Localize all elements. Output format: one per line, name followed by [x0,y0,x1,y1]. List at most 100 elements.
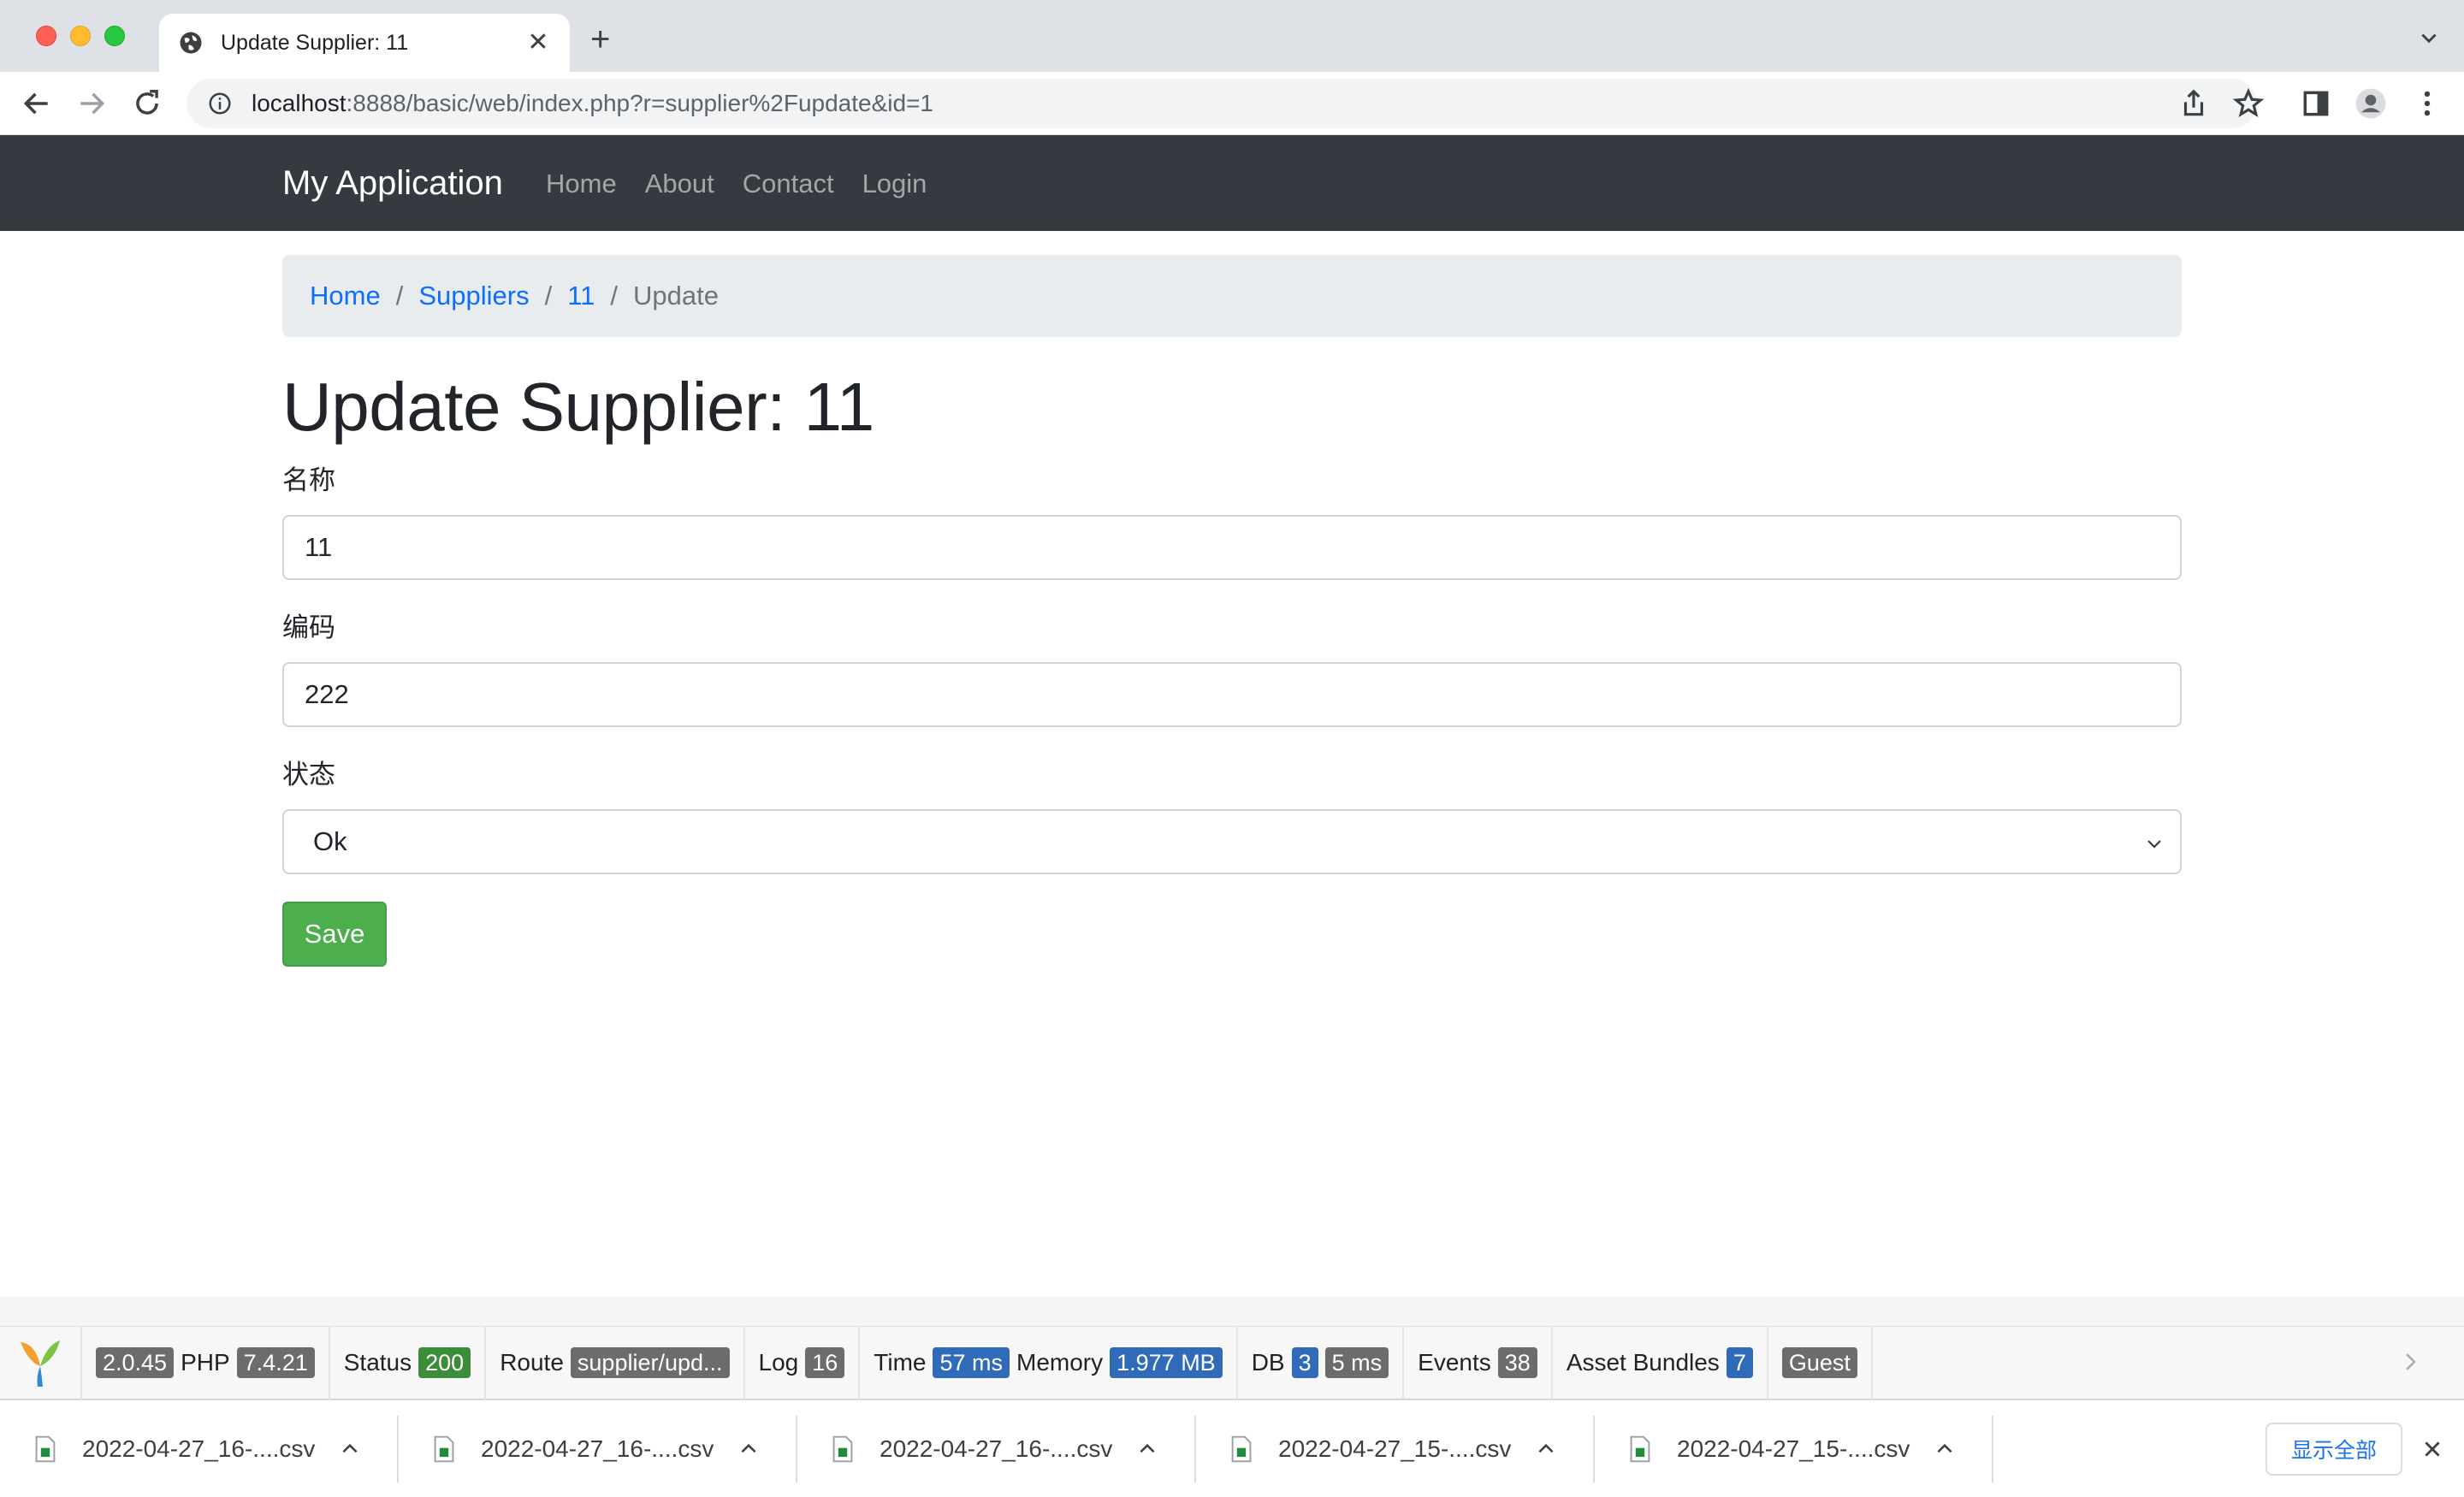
breadcrumb-suppliers[interactable]: Suppliers [418,281,529,311]
status-text: Status [343,1349,412,1376]
debug-toolbar: 2.0.45 PHP 7.4.21 Status 200 Route suppl… [0,1326,2464,1399]
zoom-window-button[interactable] [104,26,125,46]
route-text: Route [500,1349,564,1376]
reload-icon[interactable] [131,87,163,120]
status-select[interactable]: Ok [282,809,2182,874]
debug-toolbar-spacer [0,1297,2464,1326]
route-badge: supplier/upd... [570,1347,730,1378]
minimize-window-button[interactable] [70,26,91,46]
events-count-badge: 38 [1497,1347,1537,1378]
download-item[interactable]: 2022-04-27_16-....csv [0,1416,399,1482]
status-code-badge: 200 [418,1347,471,1378]
time-text: Time [874,1349,927,1376]
back-arrow-icon[interactable] [21,87,53,120]
breadcrumb-current: Update [633,281,719,311]
yii-version-badge: 2.0.45 [96,1347,175,1378]
download-filename: 2022-04-27_16-....csv [82,1435,316,1462]
chevron-up-icon[interactable] [1934,1438,1956,1460]
close-window-button[interactable] [36,26,56,46]
downloads-bar: 2022-04-27_16-....csv 2022-04-27_16-....… [0,1399,2464,1497]
breadcrumb-separator: / [610,281,619,311]
php-label: PHP [181,1349,230,1376]
download-item[interactable]: 2022-04-27_16-....csv [399,1416,797,1482]
show-all-downloads-button[interactable]: 显示全部 [2266,1423,2402,1476]
db-time-badge: 5 ms [1324,1347,1389,1378]
forward-arrow-icon[interactable] [75,87,108,120]
debug-assets-block[interactable]: Asset Bundles 7 [1553,1326,1768,1399]
debug-events-block[interactable]: Events 38 [1404,1326,1553,1399]
share-icon[interactable] [2177,87,2210,120]
code-label: 编码 [282,612,335,642]
download-filename: 2022-04-27_16-....csv [481,1435,714,1462]
new-tab-button[interactable]: + [590,22,610,56]
db-queries-badge: 3 [1291,1347,1318,1378]
navbar-links: Home About Contact Login [546,168,927,200]
yii-logo[interactable] [0,1326,82,1399]
db-text: DB [1251,1349,1285,1376]
debug-user-block[interactable]: Guest [1768,1326,1873,1399]
yii-logo-icon [21,1340,60,1387]
status-label: 状态 [282,760,335,790]
debug-version-block[interactable]: 2.0.45 PHP 7.4.21 [82,1326,330,1399]
debug-log-block[interactable]: Log 16 [745,1326,861,1399]
csv-file-icon [832,1435,853,1463]
debug-time-block[interactable]: Time 57 ms Memory 1.977 MB [860,1326,1238,1399]
debug-db-block[interactable]: DB 3 5 ms [1238,1326,1405,1399]
code-input[interactable] [282,662,2182,727]
name-label: 名称 [282,465,335,495]
address-bar[interactable]: localhost:8888/basic/web/index.php?r=sup… [187,79,2257,128]
browser-tab-strip: Update Supplier: 11 ✕ + [0,0,2464,72]
site-info-icon[interactable] [207,91,233,116]
nav-link-login[interactable]: Login [862,168,927,200]
download-filename: 2022-04-27_16-....csv [880,1435,1113,1462]
close-icon[interactable] [2421,1438,2443,1460]
assets-text: Asset Bundles [1566,1349,1720,1376]
name-input[interactable] [282,515,2182,580]
memory-badge: 1.977 MB [1110,1347,1223,1378]
browser-toolbar: localhost:8888/basic/web/index.php?r=sup… [0,72,2464,135]
tab-search-chevron-icon[interactable] [2418,27,2440,50]
events-text: Events [1418,1349,1491,1376]
time-badge: 57 ms [933,1347,1010,1378]
tab-title: Update Supplier: 11 [221,30,409,55]
tab-close-icon[interactable]: ✕ [525,30,551,56]
chevron-up-icon[interactable] [1136,1438,1158,1460]
chevron-right-icon[interactable] [2397,1349,2423,1375]
navbar-brand[interactable]: My Application [282,164,503,202]
php-version-badge: 7.4.21 [236,1347,315,1378]
breadcrumb-home[interactable]: Home [310,281,381,311]
nav-link-home[interactable]: Home [546,168,617,200]
nav-link-about[interactable]: About [645,168,714,200]
chevron-up-icon[interactable] [339,1438,361,1460]
breadcrumb-supplier-item[interactable]: 11 [567,281,595,311]
breadcrumb: Home / Suppliers / 11 / Update [282,255,2182,337]
url-path: :8888/basic/web/index.php?r=supplier%2Fu… [346,90,933,116]
download-item[interactable]: 2022-04-27_15-....csv [1196,1416,1595,1482]
side-panel-icon[interactable] [2300,87,2332,120]
save-button[interactable]: Save [282,902,387,967]
breadcrumb-separator: / [544,281,553,311]
assets-count-badge: 7 [1726,1347,1753,1378]
memory-text: Memory [1016,1349,1104,1376]
chevron-up-icon[interactable] [737,1438,760,1460]
download-item[interactable]: 2022-04-27_16-....csv [797,1416,1196,1482]
user-badge: Guest [1781,1347,1857,1378]
bookmark-star-icon[interactable] [2232,87,2265,120]
chevron-up-icon[interactable] [1535,1438,1557,1460]
globe-icon [180,32,202,54]
browser-tab-active[interactable]: Update Supplier: 11 ✕ [159,14,570,72]
csv-file-icon [35,1435,56,1463]
csv-file-icon [1231,1435,1252,1463]
url-host: localhost [252,90,346,116]
browser-menu-icon[interactable] [2411,87,2443,120]
breadcrumb-separator: / [395,281,404,311]
download-item[interactable]: 2022-04-27_15-....csv [1595,1416,1993,1482]
csv-file-icon [1630,1435,1650,1463]
download-filename: 2022-04-27_15-....csv [1278,1435,1512,1462]
log-text: Log [758,1349,799,1376]
debug-route-block[interactable]: Route supplier/upd... [486,1326,745,1399]
debug-status-block[interactable]: Status 200 [330,1326,487,1399]
nav-link-contact[interactable]: Contact [743,168,834,200]
site-navbar: My Application Home About Contact Login [0,135,2464,231]
profile-avatar-icon[interactable] [2354,87,2387,120]
